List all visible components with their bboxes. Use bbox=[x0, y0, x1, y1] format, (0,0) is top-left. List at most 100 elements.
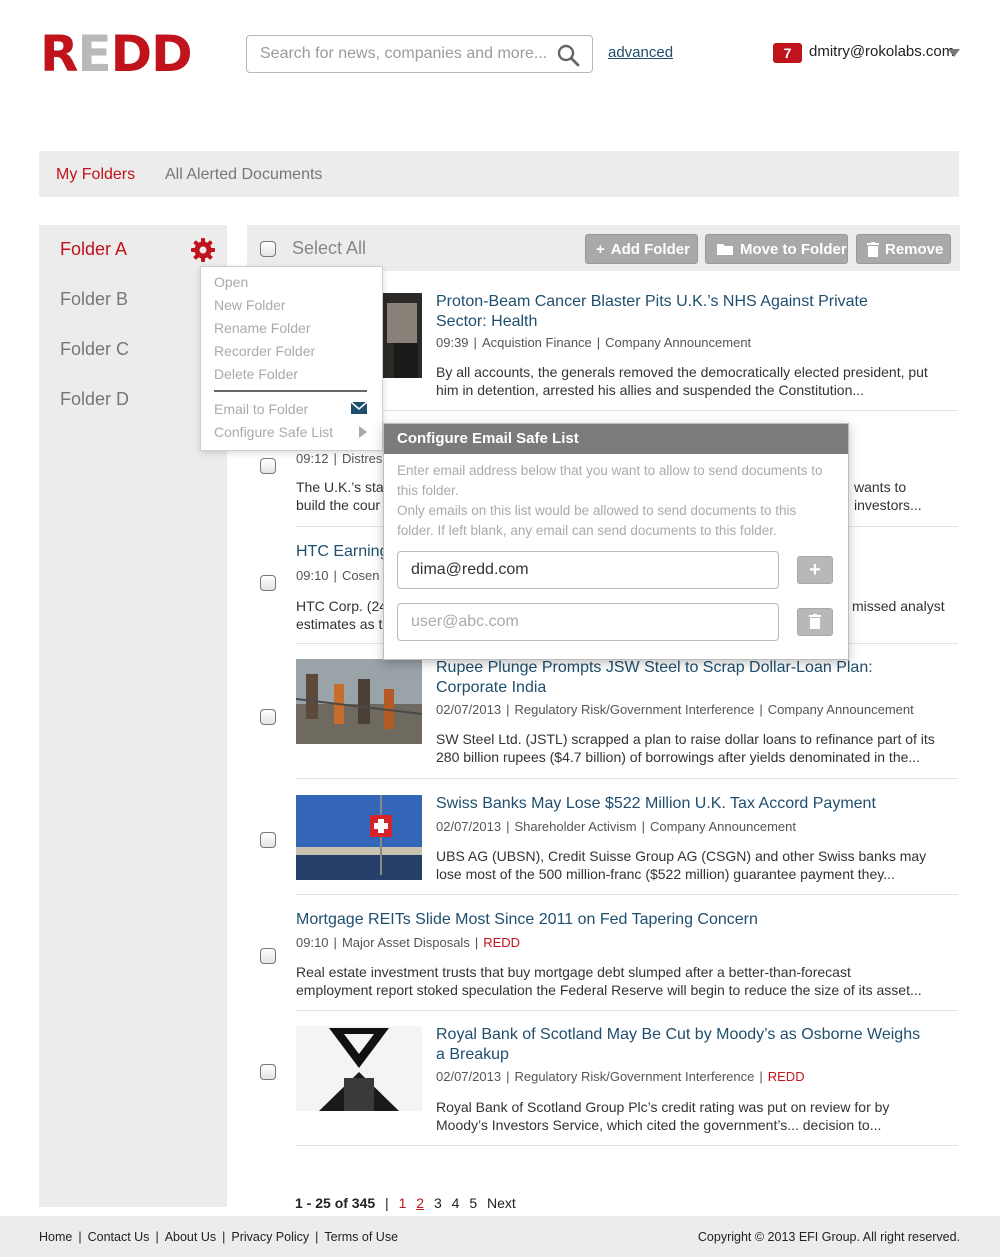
redd-logo[interactable]: REDD bbox=[40, 29, 193, 79]
article-meta: 09:10 | Cosen bbox=[296, 568, 380, 583]
menu-item-configure-safe-list[interactable]: Configure Safe List bbox=[214, 424, 333, 440]
article-item: Mortgage REITs Slide Most Since 2011 on … bbox=[296, 895, 958, 1011]
menu-item-email-to-folder[interactable]: Email to Folder bbox=[214, 401, 308, 417]
folder-sidebar: Folder A Folder B Folder C Folder D bbox=[39, 225, 227, 1207]
article-summary-overflow: wants to investors... bbox=[854, 479, 922, 513]
article-summary: Real estate investment trusts that buy m… bbox=[296, 964, 922, 998]
pagination-separator: | bbox=[385, 1195, 389, 1211]
user-menu-caret-icon[interactable] bbox=[948, 49, 960, 57]
next-page-link[interactable]: Next bbox=[487, 1195, 516, 1211]
article-meta: 09:10 | Major Asset Disposals | REDD bbox=[296, 935, 521, 950]
logo-letters-dd: DD bbox=[110, 25, 193, 83]
page-link-1[interactable]: 1 bbox=[399, 1195, 407, 1211]
search-icon[interactable] bbox=[556, 43, 580, 67]
article-title[interactable]: Proton-Beam Cancer Blaster Pits U.K.’s N… bbox=[436, 292, 868, 332]
user-email[interactable]: dmitry@rokolabs.com bbox=[809, 43, 954, 60]
article-item: Royal Bank of Scotland May Be Cut by Moo… bbox=[296, 1011, 958, 1146]
article-summary: UBS AG (UBSN), Credit Suisse Group AG (C… bbox=[436, 848, 927, 882]
article-title[interactable]: Swiss Banks May Lose $522 Million U.K. T… bbox=[436, 794, 876, 814]
select-all-checkbox[interactable] bbox=[260, 241, 276, 257]
article-thumbnail[interactable] bbox=[296, 795, 422, 880]
sidebar-item-folder-c[interactable]: Folder C bbox=[60, 339, 129, 360]
copyright-text: Copyright © 2013 EFI Group. All right re… bbox=[697, 1230, 960, 1244]
article-thumbnail[interactable] bbox=[296, 1026, 422, 1111]
article-title[interactable]: HTC Earning bbox=[296, 542, 388, 562]
article-checkbox[interactable] bbox=[260, 832, 276, 848]
new-email-input[interactable] bbox=[397, 603, 779, 641]
menu-item-new-folder[interactable]: New Folder bbox=[214, 297, 286, 313]
trash-icon bbox=[867, 241, 879, 257]
menu-item-recorder-folder[interactable]: Recorder Folder bbox=[214, 343, 315, 359]
article-title[interactable]: Rupee Plunge Prompts JSW Steel to Scrap … bbox=[436, 658, 873, 698]
article-checkbox[interactable] bbox=[260, 1064, 276, 1080]
article-title[interactable]: Royal Bank of Scotland May Be Cut by Moo… bbox=[436, 1025, 920, 1065]
logo-letter-r: R bbox=[40, 25, 79, 83]
move-to-folder-button[interactable]: Move to Folder bbox=[705, 234, 848, 264]
article-item: Proton-Beam Cancer Blaster Pits U.K.’s N… bbox=[296, 285, 958, 411]
add-email-button[interactable]: + bbox=[797, 556, 833, 584]
article-checkbox[interactable] bbox=[260, 458, 276, 474]
footer-link-contact-us[interactable]: Contact Us bbox=[88, 1230, 150, 1244]
notification-badge[interactable]: 7 bbox=[773, 43, 802, 63]
sidebar-item-folder-b[interactable]: Folder B bbox=[60, 289, 128, 310]
article-summary: The U.K.’s sta build the cour bbox=[296, 479, 384, 513]
delete-email-button[interactable] bbox=[797, 608, 833, 636]
footer-link-home[interactable]: Home bbox=[39, 1230, 72, 1244]
footer-links: Home | Contact Us | About Us | Privacy Policy |… bbox=[39, 1230, 399, 1244]
search-box bbox=[246, 35, 593, 73]
document-toolbar: Select All + Add Folder Move to Folder Re… bbox=[247, 225, 960, 271]
page-link-4[interactable]: 4 bbox=[452, 1195, 460, 1211]
article-meta: 09:12 | Distres bbox=[296, 451, 383, 466]
safe-email-input[interactable] bbox=[397, 551, 779, 589]
footer-link-about-us[interactable]: About Us bbox=[165, 1230, 216, 1244]
advanced-search-link[interactable]: advanced bbox=[608, 44, 673, 61]
article-item: Swiss Banks May Lose $522 Million U.K. T… bbox=[296, 779, 958, 895]
article-summary: SW Steel Ltd. (JSTL) scrapped a plan to … bbox=[436, 731, 935, 765]
article-summary: Royal Bank of Scotland Group Plc’s credi… bbox=[436, 1099, 890, 1133]
configure-email-safe-list-dialog: Configure Email Safe List Enter email ad… bbox=[383, 423, 849, 660]
article-item: Rupee Plunge Prompts JSW Steel to Scrap … bbox=[296, 644, 958, 779]
sidebar-item-folder-d[interactable]: Folder D bbox=[60, 389, 129, 410]
select-all-label: Select All bbox=[292, 238, 367, 258]
article-meta: 02/07/2013 | Regulatory Risk/Government In… bbox=[436, 1069, 805, 1084]
article-thumbnail[interactable] bbox=[296, 659, 422, 744]
plus-icon: + bbox=[596, 240, 605, 258]
menu-item-open[interactable]: Open bbox=[214, 274, 248, 290]
article-thumbnail[interactable] bbox=[382, 293, 422, 378]
gear-icon[interactable] bbox=[190, 237, 216, 263]
article-summary-overflow: missed analyst bbox=[852, 598, 945, 614]
article-summary: HTC Corp. (24 estimates as t bbox=[296, 598, 388, 632]
article-checkbox[interactable] bbox=[260, 709, 276, 725]
article-summary: By all accounts, the generals removed th… bbox=[436, 364, 928, 398]
page-link-2-current[interactable]: 2 bbox=[416, 1195, 424, 1211]
plus-icon: + bbox=[809, 559, 821, 581]
remove-button[interactable]: Remove bbox=[856, 234, 951, 264]
add-folder-button[interactable]: + Add Folder bbox=[585, 234, 698, 264]
folder-tabs-bar: My Folders All Alerted Documents bbox=[39, 151, 959, 197]
menu-divider bbox=[214, 390, 367, 392]
page-link-5[interactable]: 5 bbox=[469, 1195, 477, 1211]
tab-my-folders[interactable]: My Folders bbox=[56, 166, 135, 184]
results-range: 1 - 25 of 345 bbox=[295, 1195, 376, 1211]
article-checkbox[interactable] bbox=[260, 948, 276, 964]
dialog-description: Enter email address below that you want … bbox=[397, 463, 823, 538]
search-input[interactable] bbox=[247, 36, 547, 72]
menu-item-delete-folder[interactable]: Delete Folder bbox=[214, 366, 298, 382]
submenu-arrow-icon bbox=[359, 426, 367, 438]
menu-item-rename-folder[interactable]: Rename Folder bbox=[214, 320, 311, 336]
article-meta: 02/07/2013 | Regulatory Risk/Government In… bbox=[436, 702, 914, 717]
article-checkbox[interactable] bbox=[260, 575, 276, 591]
logo-letter-e: E bbox=[77, 25, 112, 83]
pagination: 1 - 25 of 345 | 1 2 3 4 5 Next bbox=[295, 1195, 522, 1211]
footer-link-privacy-policy[interactable]: Privacy Policy bbox=[231, 1230, 309, 1244]
folder-context-menu: Open New Folder Rename Folder Recorder F… bbox=[200, 266, 383, 451]
sidebar-item-folder-a[interactable]: Folder A bbox=[60, 239, 127, 260]
tab-all-alerted-documents[interactable]: All Alerted Documents bbox=[165, 166, 322, 184]
dialog-title: Configure Email Safe List bbox=[384, 424, 848, 454]
mail-icon bbox=[351, 402, 367, 414]
footer-link-terms-of-use[interactable]: Terms of Use bbox=[324, 1230, 398, 1244]
page-link-3[interactable]: 3 bbox=[434, 1195, 442, 1211]
article-title[interactable]: Mortgage REITs Slide Most Since 2011 on … bbox=[296, 910, 758, 930]
article-meta: 02/07/2013 | Shareholder Activism | Company … bbox=[436, 819, 796, 834]
article-meta: 09:39 | Acquistion Finance | Company Announc… bbox=[436, 335, 752, 350]
